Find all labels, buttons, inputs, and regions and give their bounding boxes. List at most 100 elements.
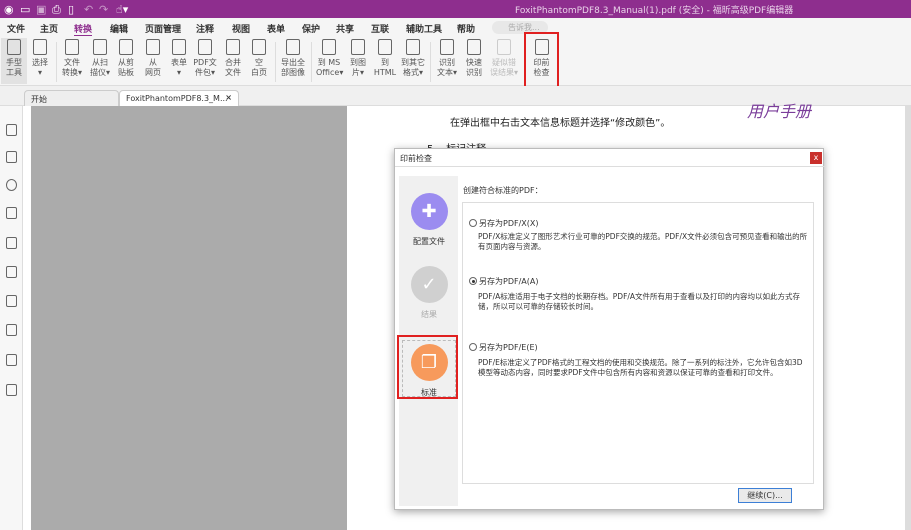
ocr-icon (440, 39, 454, 55)
to-ms-office-button[interactable]: 到 MS Office▾ (316, 38, 343, 84)
ocr-text-button[interactable]: 识别 文本▾ (434, 38, 460, 84)
ribbon-toolbar: 手型 工具 选择 ▾ 文件 转换▾ 从扫 描仪▾ 从剪 贴板 从网页 表单 ▾ PDF文 件包… (0, 36, 911, 86)
menu-view[interactable]: 视图 (232, 22, 250, 35)
step-profile[interactable]: ✚ 配置文件 (402, 193, 456, 247)
page-line: 在弹出框中右击文本信息标题并选择“修改颜色”。 (450, 118, 671, 129)
clipboard-icon (119, 39, 133, 55)
option-pdfe-desc: PDF/E标准定义了PDF格式的工程文档的使用和交换规范。除了一系列的标注外，它… (478, 358, 803, 377)
separator (275, 42, 276, 82)
blank-page-icon (252, 39, 266, 55)
menu-edit[interactable]: 编辑 (110, 22, 128, 35)
pen-icon[interactable] (6, 354, 17, 366)
radio-pdfa[interactable] (469, 277, 477, 285)
option-pdfe[interactable]: 另存为PDF/E(E) (469, 342, 538, 353)
image-icon (286, 39, 300, 55)
separator (56, 42, 57, 82)
file-convert-button[interactable]: 文件 转换▾ (59, 38, 85, 84)
profile-icon: ✚ (410, 193, 448, 230)
redo-icon[interactable]: ↷ (99, 3, 108, 16)
from-webpage-button[interactable]: 从网页 (140, 38, 166, 84)
other-format-icon (406, 39, 420, 55)
window-title: FoxitPhantomPDF8.3_Manual(1).pdf (安全) - … (515, 6, 794, 16)
separator (311, 42, 312, 82)
menu-connect[interactable]: 互联 (371, 22, 389, 35)
pdf-portfolio-button[interactable]: PDF文 件包▾ (192, 38, 218, 84)
print-icon[interactable]: ⎙ (52, 3, 61, 17)
separator (430, 42, 431, 82)
continue-button[interactable]: 继续(C)... (738, 488, 792, 503)
combine-icon (226, 39, 240, 55)
form-button[interactable]: 表单 ▾ (166, 38, 192, 84)
quick-ocr-button[interactable]: 快速 识别 (461, 38, 487, 84)
menu-share[interactable]: 共享 (336, 22, 354, 35)
open-icon[interactable]: ▭ (20, 3, 30, 16)
from-scanner-button[interactable]: 从扫 描仪▾ (87, 38, 113, 84)
quick-ocr-icon (467, 39, 481, 55)
combine-files-button[interactable]: 合并 文件 (220, 38, 246, 84)
tab-document[interactable]: FoxitPhantomPDF8.3_M... × (119, 90, 239, 106)
to-other-formats-button[interactable]: 到其它 格式▾ (400, 38, 426, 84)
hand-dropdown-icon[interactable]: ☝▾ (116, 3, 128, 16)
blank-page-button[interactable]: 空白页 (246, 38, 272, 84)
menu-form[interactable]: 表单 (267, 22, 285, 35)
menu-home[interactable]: 主页 (40, 22, 58, 35)
page-header: 用户手册 (747, 102, 812, 121)
office-icon (322, 39, 336, 55)
title-bar: ◉ ▭ ▣ ⎙ ▯ ↶ ↷ ☝▾ FoxitPhantomPDF8.3_Manu… (0, 0, 911, 18)
menu-help[interactable]: 帮助 (457, 22, 475, 35)
preflight-dialog: 印前检查 x ✚ 配置文件 ✓ 结果 ❐ 标准 创建符合标准的PDF： 另存为PDF/… (394, 148, 825, 510)
app-logo-icon: ◉ (4, 3, 14, 16)
signature-panel-icon[interactable] (6, 295, 17, 307)
layers-icon[interactable] (6, 207, 17, 219)
globe-icon (146, 39, 160, 55)
attachment-icon[interactable] (6, 237, 17, 249)
pages-icon[interactable] (6, 151, 17, 163)
dialog-lead: 创建符合标准的PDF： (463, 186, 543, 195)
picture-icon (351, 39, 365, 55)
option-pdfx-desc: PDF/X标准定义了图形艺术行业可靠的PDF交换的规范。PDF/X文件必须包含可… (478, 232, 808, 251)
menu-bar: 文件 主页 转换 编辑 页面管理 注释 视图 表单 保护 共享 互联 辅助工具 … (0, 18, 911, 37)
hand-tool-button[interactable]: 手型 工具 (1, 38, 27, 84)
results-icon: ✓ (410, 266, 448, 303)
menu-file[interactable]: 文件 (7, 22, 25, 35)
dialog-close-button[interactable]: x (810, 152, 822, 164)
export-images-button[interactable]: 导出全 部图像 (280, 38, 306, 84)
menu-page-manage[interactable]: 页面管理 (145, 22, 181, 35)
link-icon[interactable] (6, 384, 17, 396)
to-image-button[interactable]: 到图 片▾ (345, 38, 371, 84)
menu-accessibility[interactable]: 辅助工具 (406, 22, 442, 35)
highlight-box (397, 335, 458, 399)
menu-convert[interactable]: 转换 (74, 22, 93, 37)
radio-pdfx[interactable] (469, 219, 477, 227)
portfolio-icon (198, 39, 212, 55)
bookmark-icon[interactable] (6, 124, 17, 136)
content-icon[interactable] (6, 324, 17, 336)
options-panel: 另存为PDF/X(X) PDF/X标准定义了图形艺术行业可靠的PDF交换的规范。… (462, 202, 814, 484)
menu-protect[interactable]: 保护 (302, 22, 320, 35)
html-icon (378, 39, 392, 55)
form-icon (172, 39, 186, 55)
left-panel (0, 106, 23, 530)
option-pdfx[interactable]: 另存为PDF/X(X) (469, 218, 538, 229)
new-doc-icon[interactable]: ▯ (68, 3, 74, 16)
vertical-scrollbar[interactable] (905, 106, 911, 530)
comment-icon[interactable] (6, 179, 17, 191)
menu-comment[interactable]: 注释 (196, 22, 214, 35)
step-results[interactable]: ✓ 结果 (402, 266, 456, 320)
suspect-results-button[interactable]: 疑似错 误结果▾ (489, 38, 519, 84)
highlight-box (524, 32, 559, 89)
save-icon[interactable]: ▣ (36, 3, 46, 16)
tab-start[interactable]: 开始 (24, 90, 119, 106)
radio-pdfe[interactable] (469, 343, 477, 351)
scanner-icon (93, 39, 107, 55)
option-pdfa[interactable]: 另存为PDF/A(A) (469, 276, 538, 287)
select-icon (33, 39, 47, 55)
select-button[interactable]: 选择 ▾ (27, 38, 53, 84)
undo-icon[interactable]: ↶ (84, 3, 93, 16)
file-icon (65, 39, 79, 55)
to-html-button[interactable]: 到 HTML (372, 38, 398, 84)
close-tab-icon[interactable]: × (225, 93, 232, 102)
hand-icon (7, 39, 21, 55)
security-icon[interactable] (6, 266, 17, 278)
from-clipboard-button[interactable]: 从剪 贴板 (113, 38, 139, 84)
